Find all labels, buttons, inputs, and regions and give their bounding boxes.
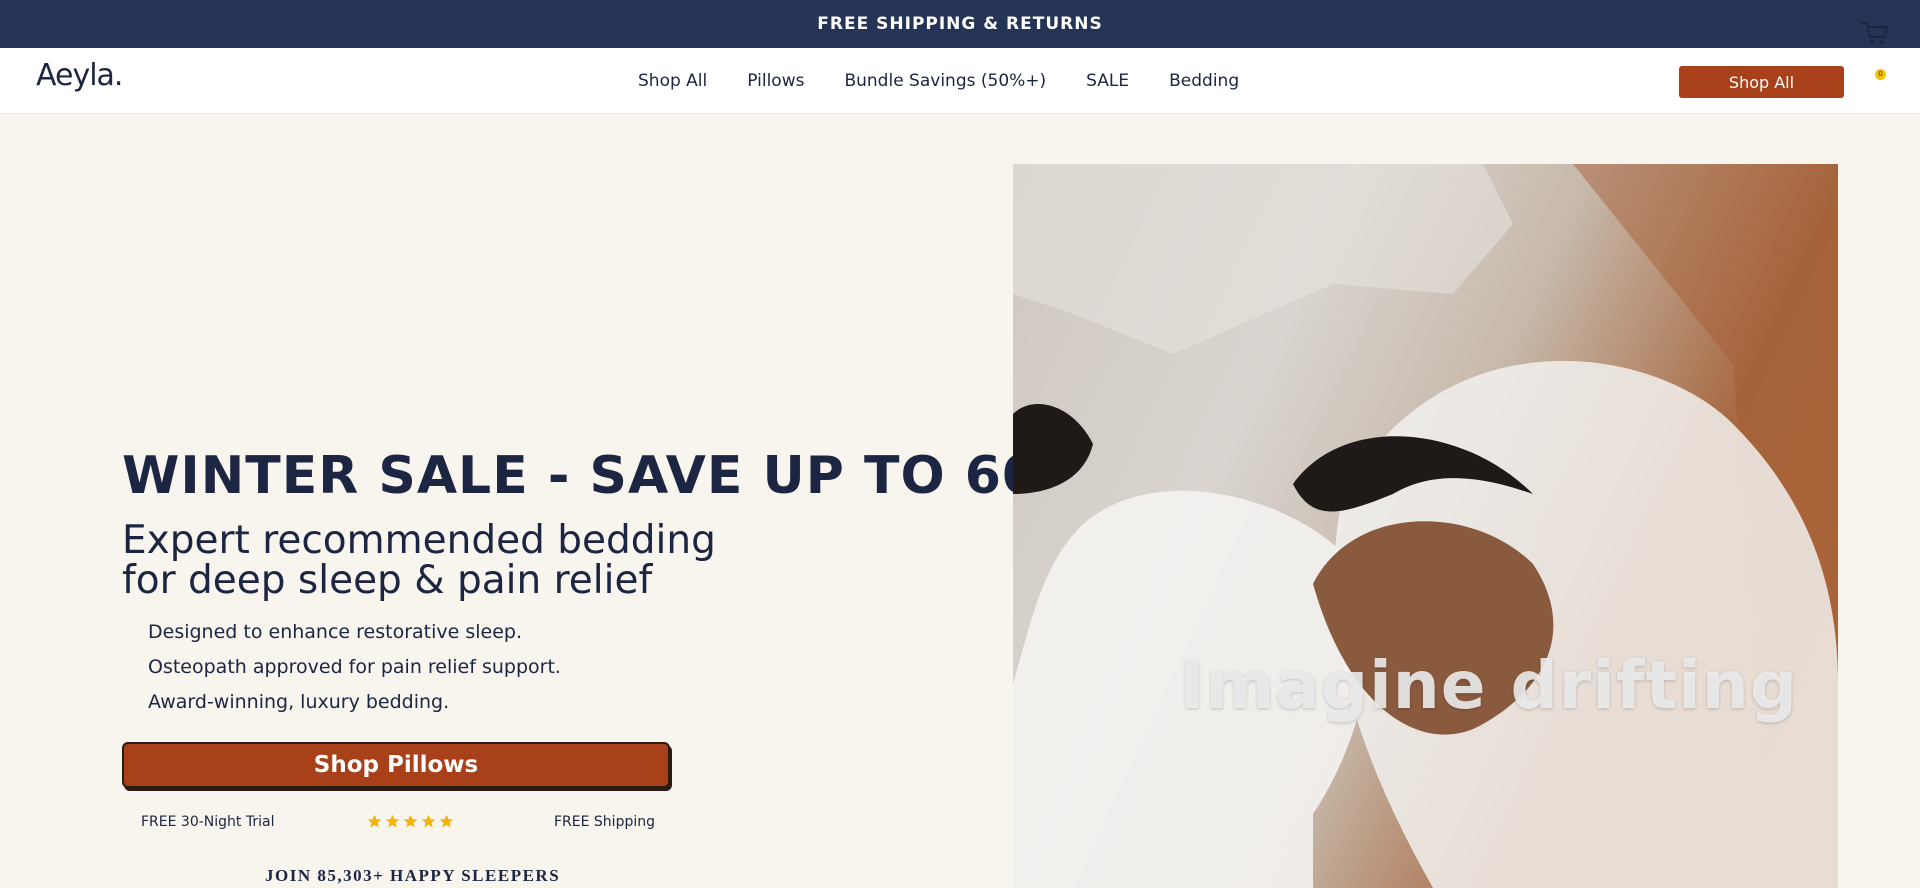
- announcement-text: FREE SHIPPING & RETURNS: [817, 14, 1103, 34]
- star-icon: [421, 814, 436, 828]
- main-nav: Shop All Pillows Bundle Savings (50%+) S…: [638, 48, 1279, 114]
- star-icon: [367, 814, 382, 828]
- hero-video[interactable]: Imagine drifting: [1013, 164, 1838, 888]
- logo[interactable]: Aeyla.: [36, 58, 123, 93]
- star-icon: [439, 814, 454, 828]
- benefit-item: Osteopath approved for pain relief suppo…: [148, 656, 561, 678]
- shop-pillows-button[interactable]: Shop Pillows: [122, 742, 670, 788]
- cart-count-badge: 0: [1875, 69, 1886, 80]
- nav-bundle-savings[interactable]: Bundle Savings (50%+): [844, 71, 1046, 91]
- header-shop-all-button[interactable]: Shop All: [1679, 66, 1844, 98]
- free-trial-text: FREE 30-Night Trial: [141, 814, 275, 830]
- hero-image-art: [1013, 164, 1838, 888]
- benefits-list: Designed to enhance restorative sleep. O…: [148, 618, 561, 723]
- star-icon: [403, 814, 418, 828]
- benefit-item: Award-winning, luxury bedding.: [148, 691, 450, 713]
- announcement-bar: FREE SHIPPING & RETURNS: [0, 0, 1920, 48]
- nav-pillows[interactable]: Pillows: [747, 71, 804, 91]
- site-header: Aeyla. Shop All Pillows Bundle Savings (…: [0, 48, 1920, 114]
- star-icon: [385, 814, 400, 828]
- rating-stars: [367, 814, 454, 829]
- shopping-cart-icon[interactable]: [1860, 18, 1890, 48]
- hero-image-caption: Imagine drifting: [1180, 647, 1798, 724]
- nav-shop-all[interactable]: Shop All: [638, 71, 707, 91]
- hero-subtitle: Expert recommended bedding for deep slee…: [122, 518, 716, 603]
- nav-sale[interactable]: SALE: [1086, 71, 1129, 91]
- join-sleepers-text: JOIN 85,303+ HAPPY SLEEPERS: [265, 866, 561, 885]
- benefit-item: Designed to enhance restorative sleep.: [148, 621, 523, 643]
- nav-bedding[interactable]: Bedding: [1169, 71, 1239, 91]
- free-shipping-text: FREE Shipping: [554, 814, 655, 830]
- hero-title: WINTER SALE - SAVE UP TO 60%!: [122, 446, 1117, 506]
